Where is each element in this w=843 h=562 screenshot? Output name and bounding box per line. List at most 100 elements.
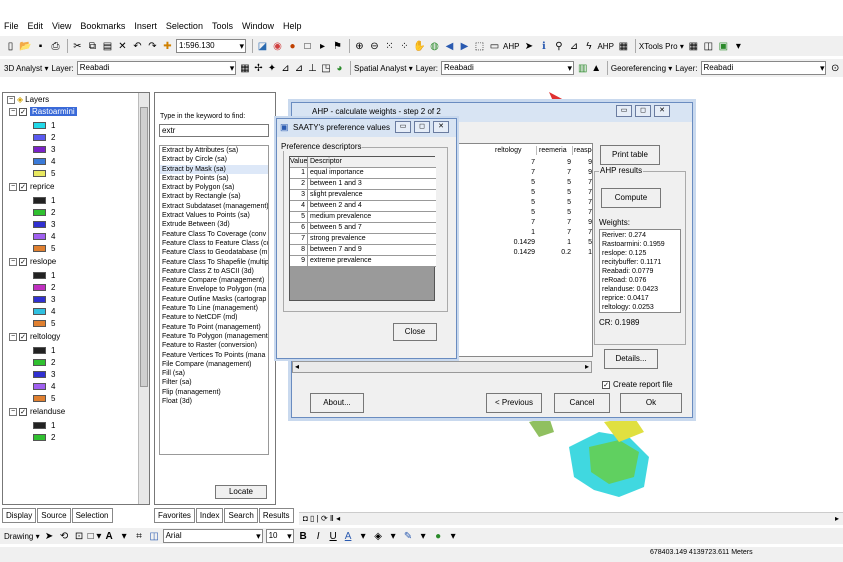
- layer2-combo[interactable]: Reabadi: [440, 61, 575, 75]
- toc-class[interactable]: 5: [33, 169, 55, 178]
- save-icon[interactable]: ▪: [34, 40, 47, 53]
- pan-icon[interactable]: ✋: [413, 40, 426, 53]
- tool-item[interactable]: Feature Class to Geodatabase (m: [160, 248, 268, 257]
- delete-icon[interactable]: ✕: [116, 40, 129, 53]
- preference-row[interactable]: 3 slight prevalence: [290, 190, 436, 201]
- preference-row[interactable]: 8 between 7 and 9: [290, 245, 436, 256]
- hyperlink-icon[interactable]: ϟ: [582, 40, 595, 53]
- chevron-down-icon[interactable]: ▾: [387, 530, 400, 543]
- fixed-zoom-out-icon[interactable]: ⁘: [398, 40, 411, 53]
- arcglobe-icon[interactable]: ◕: [334, 62, 345, 75]
- italic-icon[interactable]: I: [312, 530, 325, 543]
- cut-icon[interactable]: ✂: [71, 40, 84, 53]
- toc-icon[interactable]: ◉: [271, 40, 284, 53]
- toc-layer[interactable]: − ✓ Rastoarmini: [9, 107, 77, 116]
- forward-icon[interactable]: ▶: [458, 40, 471, 53]
- tool-item[interactable]: Extract Values to Points (sa): [160, 211, 268, 220]
- find-icon[interactable]: ⚲: [552, 40, 565, 53]
- preference-row[interactable]: 1 equal importance: [290, 168, 436, 179]
- matrix-hscrollbar[interactable]: ◂ ▸: [292, 361, 592, 373]
- matrix-cell[interactable]: 7: [574, 198, 592, 207]
- catalog-icon[interactable]: ●: [286, 40, 299, 53]
- saaty-minimize-button[interactable]: ▭: [395, 121, 411, 133]
- tool-item[interactable]: Feature Envelope to Polygon (ma: [160, 285, 268, 294]
- interpolate-icon[interactable]: ▦: [239, 62, 250, 75]
- scroll-right-icon[interactable]: ▸: [585, 362, 589, 371]
- minimize-button[interactable]: ▭: [616, 105, 632, 117]
- locate-button[interactable]: Locate: [215, 485, 267, 499]
- tool-item[interactable]: Feature Outline Masks (cartograp: [160, 295, 268, 304]
- tool-item[interactable]: Feature Class To Shapefile (multip: [160, 258, 268, 267]
- matrix-cell[interactable]: 5: [539, 188, 571, 197]
- cancel-button[interactable]: Cancel: [554, 393, 610, 413]
- matrix-cell[interactable]: 7: [539, 168, 571, 177]
- bold-icon[interactable]: B: [297, 530, 310, 543]
- layer3-combo[interactable]: Reabadi: [700, 61, 827, 75]
- menu-bookmarks[interactable]: Bookmarks: [80, 21, 125, 31]
- undo-icon[interactable]: ↶: [131, 40, 144, 53]
- edit-vertices-icon[interactable]: ⌗: [133, 530, 146, 543]
- previous-button[interactable]: < Previous: [486, 393, 542, 413]
- matrix-cell[interactable]: 5: [539, 208, 571, 217]
- font-color-icon[interactable]: A: [342, 530, 355, 543]
- paste-icon[interactable]: ▤: [101, 40, 114, 53]
- fill-color-icon[interactable]: ◈: [372, 530, 385, 543]
- collapse-icon[interactable]: −: [9, 182, 17, 191]
- matrix-cell[interactable]: 1: [495, 228, 535, 237]
- tool-item[interactable]: Extract by Attributes (sa): [160, 146, 268, 155]
- toc-class[interactable]: 4: [33, 232, 55, 241]
- tool-item[interactable]: Feature Vertices To Points (mana: [160, 351, 268, 360]
- marker-color-icon[interactable]: ●: [432, 530, 445, 543]
- preference-row[interactable]: 5 medium prevalence: [290, 212, 436, 223]
- toc-class[interactable]: 2: [33, 208, 55, 217]
- collapse-icon[interactable]: −: [9, 407, 17, 416]
- ahp-label-2[interactable]: AHP: [597, 42, 613, 51]
- toc-class[interactable]: 3: [33, 370, 55, 379]
- histogram-icon[interactable]: ▥: [577, 62, 588, 75]
- print-icon[interactable]: ⎙: [49, 40, 62, 53]
- matrix-cell[interactable]: 5: [495, 208, 535, 217]
- matrix-cell[interactable]: 1: [574, 248, 592, 257]
- tools-list[interactable]: Extract by Attributes (sa) Extract by Cir…: [159, 145, 269, 455]
- matrix-cell[interactable]: 9: [574, 218, 592, 227]
- matrix-cell[interactable]: 5: [495, 198, 535, 207]
- toc-class[interactable]: 1: [33, 121, 55, 130]
- tool-item[interactable]: Float (3d): [160, 397, 268, 406]
- tool-item[interactable]: Flip (management): [160, 388, 268, 397]
- chevron-down-icon[interactable]: ▾: [447, 530, 460, 543]
- tab-display[interactable]: Display: [2, 508, 37, 523]
- search-window-icon[interactable]: □: [301, 40, 314, 53]
- tool-item[interactable]: Fill (sa): [160, 369, 268, 378]
- 3d-analyst-menu[interactable]: 3D Analyst ▾: [4, 64, 48, 73]
- toc-class[interactable]: 5: [33, 394, 55, 403]
- layer-visibility-checkbox[interactable]: ✓: [19, 182, 27, 191]
- toc-layer[interactable]: − ✓ relanduse: [9, 407, 65, 416]
- toc-class[interactable]: 5: [33, 244, 55, 253]
- collapse-icon[interactable]: −: [9, 107, 17, 116]
- table-icon[interactable]: ▦: [687, 40, 700, 53]
- toc-class[interactable]: 1: [33, 346, 55, 355]
- matrix-cell[interactable]: 7: [539, 228, 571, 237]
- tool-item[interactable]: Feature Class To Coverage (conv: [160, 230, 268, 239]
- help-icon[interactable]: ▾: [732, 40, 745, 53]
- toc-scroll-thumb[interactable]: [140, 107, 148, 387]
- back-icon[interactable]: ◀: [443, 40, 456, 53]
- tool-item[interactable]: Feature Class Z to ASCII (3d): [160, 267, 268, 276]
- select-elements-icon[interactable]: ➤: [43, 530, 56, 543]
- select-features-icon[interactable]: ⬚: [473, 40, 486, 53]
- line-color-icon[interactable]: ✎: [402, 530, 415, 543]
- tool-item[interactable]: Extract by Rectangle (sa): [160, 192, 268, 201]
- search-input[interactable]: extr: [159, 124, 269, 137]
- layer-icon[interactable]: ◫: [702, 40, 715, 53]
- matrix-cell[interactable]: 7: [539, 218, 571, 227]
- tool-item[interactable]: File Compare (management): [160, 360, 268, 369]
- tool-item[interactable]: Extract by Polygon (sa): [160, 183, 268, 192]
- matrix-cell[interactable]: 7: [495, 168, 535, 177]
- layer-visibility-checkbox[interactable]: ✓: [19, 107, 27, 116]
- matrix-cell[interactable]: 7: [574, 178, 592, 187]
- maximize-button[interactable]: ◻: [635, 105, 651, 117]
- full-extent-icon[interactable]: ◍: [428, 40, 441, 53]
- matrix-cell[interactable]: 7: [574, 188, 592, 197]
- toc-class[interactable]: 2: [33, 358, 55, 367]
- about-button[interactable]: About...: [310, 393, 364, 413]
